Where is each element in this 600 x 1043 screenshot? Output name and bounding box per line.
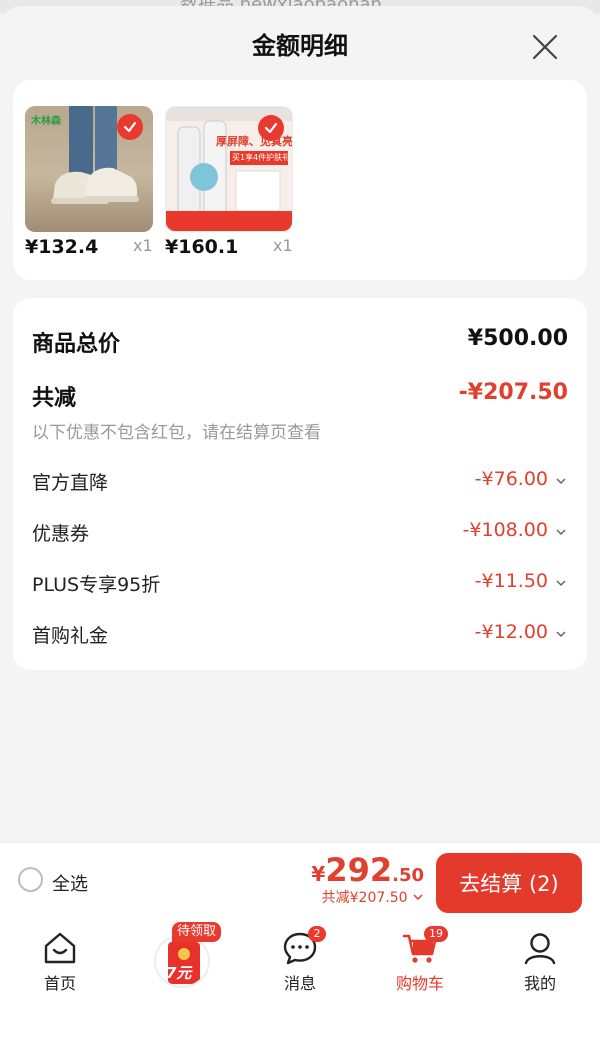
discount-label: 共减 <box>32 386 77 411</box>
products-card: 木林森 ¥132.4 x1 厚屏障、见真亮 买1享4件护肤礼 ¥160.1 x1 <box>13 80 587 280</box>
close-button[interactable] <box>528 30 562 64</box>
red-packet-icon: 7元 <box>154 934 210 988</box>
discount-item-label: PLUS专享95折 <box>32 574 161 596</box>
message-badge: 2 <box>308 926 326 942</box>
tab-label: 购物车 <box>395 974 444 993</box>
total-amount: ¥292.50 <box>311 851 424 889</box>
discount-note: 以下优惠不包含红包，请在结算页查看 <box>32 423 321 443</box>
total-decimal: .50 <box>392 865 424 886</box>
tab-home[interactable]: 首页 <box>0 920 120 1010</box>
total-summary: ¥292.50 共减¥207.50 <box>311 851 424 907</box>
select-all-radio[interactable] <box>18 867 43 892</box>
discount-item-label: 首购礼金 <box>32 625 109 647</box>
tab-label: 消息 <box>283 974 316 993</box>
chevron-down-icon <box>556 631 566 638</box>
selected-check[interactable] <box>258 115 284 141</box>
chevron-down-icon <box>556 580 566 587</box>
product-item[interactable]: 木林森 ¥132.4 x1 <box>25 106 155 258</box>
product-qty: x1 <box>133 236 153 255</box>
tab-redpacket-promo[interactable]: 7元 待领取 <box>120 920 240 1010</box>
saved-amount: 共减¥207.50 <box>321 890 408 906</box>
checkout-button[interactable]: 去结算 (2) <box>436 853 582 913</box>
total-price-label: 商品总价 <box>32 332 121 357</box>
tab-profile[interactable]: 我的 <box>480 920 600 1010</box>
brand-logo-text: 木林森 <box>31 116 61 127</box>
total-integer: 292 <box>325 851 393 889</box>
bottom-tab-bar: 首页 7元 待领取 2 消息 19 购物车 我的 <box>0 920 600 1043</box>
chevron-down-icon <box>413 894 423 901</box>
check-icon <box>123 121 137 133</box>
tab-cart[interactable]: 19 购物车 <box>360 920 480 1010</box>
discount-item-label: 官方直降 <box>32 472 109 494</box>
sheet-title: 金额明细 <box>252 32 348 60</box>
product-qty: x1 <box>273 236 293 255</box>
discount-value: -¥207.50 <box>458 380 568 405</box>
product-price: ¥160.1 <box>165 236 239 258</box>
price-detail-card: 商品总价 ¥500.00 共减 -¥207.50 以下优惠不包含红包，请在结算页… <box>13 298 587 670</box>
tab-label: 我的 <box>523 974 556 993</box>
total-price-value: ¥500.00 <box>467 326 568 351</box>
selected-check[interactable] <box>117 114 143 140</box>
chevron-down-icon <box>556 529 566 536</box>
amount-detail-sheet: 金额明细 木林森 ¥132.4 x1 厚屏障、见真亮 买1享4件护肤礼 ¥160… <box>0 6 600 1043</box>
select-all-label[interactable]: 全选 <box>52 870 88 896</box>
cart-badge: 19 <box>424 926 448 942</box>
red-packet-amount: 7元 <box>166 964 192 982</box>
product-price: ¥132.4 <box>25 236 99 258</box>
product-tag: 买1享4件护肤礼 <box>232 153 291 162</box>
tab-messages[interactable]: 2 消息 <box>240 920 360 1010</box>
home-icon <box>44 932 76 964</box>
product-image-skincare: 厚屏障、见真亮 买1享4件护肤礼 <box>165 106 293 232</box>
promo-badge: 待领取 <box>172 922 222 942</box>
product-item[interactable]: 厚屏障、见真亮 买1享4件护肤礼 ¥160.1 x1 <box>165 106 295 258</box>
saved-amount-toggle[interactable]: 共减¥207.50 <box>311 887 424 907</box>
discount-item-label: 优惠券 <box>32 523 90 545</box>
checkout-bar: 全选 ¥292.50 共减¥207.50 去结算 (2) <box>0 842 600 920</box>
user-icon <box>524 933 556 965</box>
product-image-shoes: 木林森 <box>25 106 153 232</box>
currency-symbol: ¥ <box>311 862 326 886</box>
tab-label: 首页 <box>43 974 76 993</box>
chevron-down-icon <box>556 478 566 485</box>
discount-item-value: -¥108.00 <box>462 519 548 541</box>
check-icon <box>264 122 278 134</box>
close-icon <box>532 34 558 60</box>
